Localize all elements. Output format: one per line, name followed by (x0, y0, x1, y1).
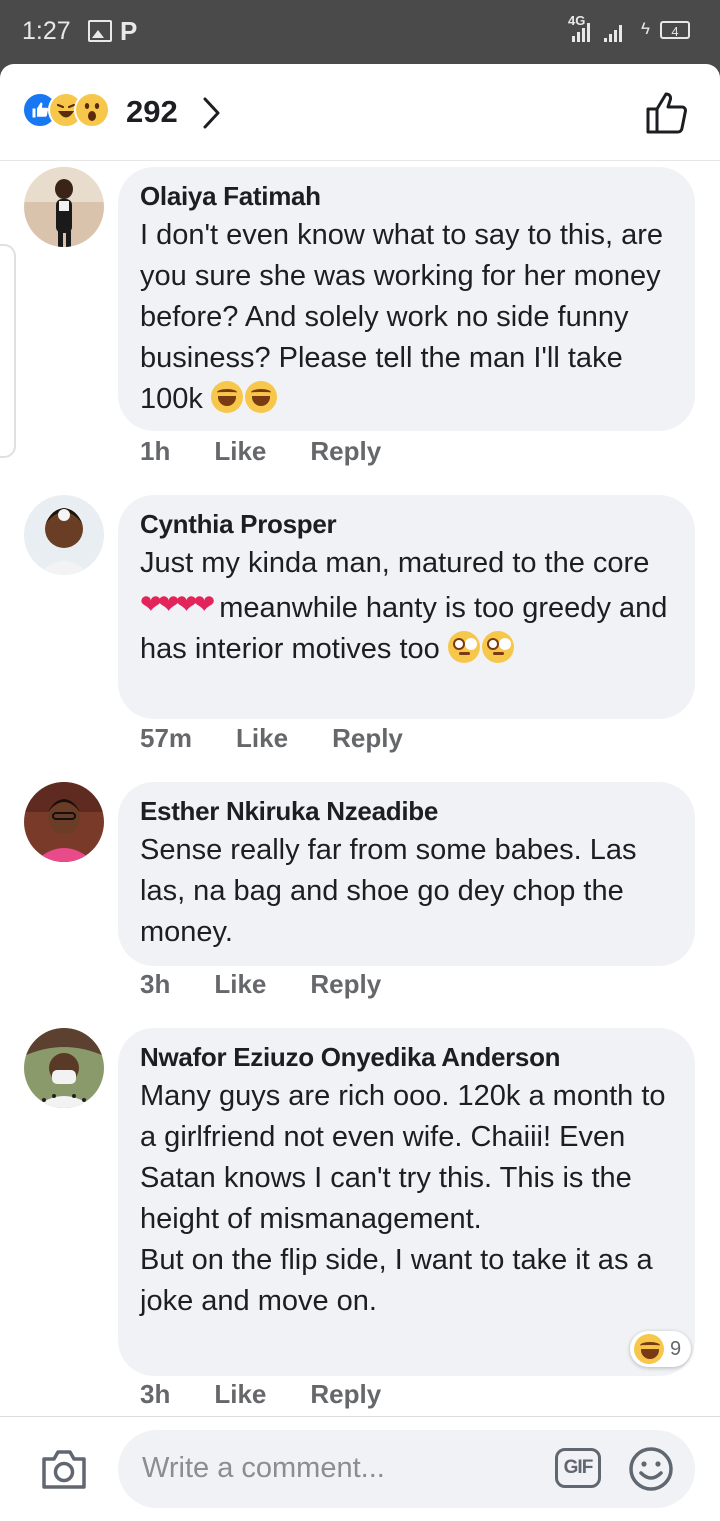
chevron-right-icon[interactable] (200, 96, 224, 130)
comment-text: Just my kinda man, matured to the core ❤❤… (140, 543, 673, 670)
comment-text: Sense really far from some babes. Las la… (140, 834, 637, 948)
like-button[interactable]: Like (214, 436, 266, 467)
comment-reaction-badge[interactable]: 9 (630, 1331, 692, 1367)
comment-text-part: Just my kinda man, matured to the core (140, 547, 650, 579)
comment-input[interactable]: Write a comment... GIF (118, 1430, 695, 1508)
comment-text: Many guys are rich ooo. 120k a month to … (140, 1076, 673, 1322)
like-button[interactable]: Like (214, 1379, 266, 1410)
comment-text-part: meanwhile hanty is too greedy and has in… (140, 592, 668, 665)
comment-author[interactable]: Olaiya Fatimah (140, 181, 673, 211)
avatar[interactable] (24, 495, 104, 575)
gif-button[interactable]: GIF (555, 1448, 601, 1488)
tears-of-joy-emoji-icon (210, 381, 243, 413)
comment-actions: 3h Like Reply (140, 1379, 425, 1410)
comment-input-placeholder: Write a comment... (142, 1452, 385, 1484)
tears-of-joy-emoji-icon (244, 381, 277, 413)
comment-actions: 57m Like Reply (140, 723, 447, 754)
haha-reaction-icon (634, 1334, 664, 1364)
comment-text: I don't even know what to say to this, a… (140, 215, 673, 420)
comment-actions: 3h Like Reply (140, 969, 425, 1000)
avatar[interactable] (24, 167, 104, 247)
comment-bubble[interactable]: Olaiya Fatimah I don't even know what to… (118, 167, 695, 431)
like-button[interactable]: Like (214, 969, 266, 1000)
avatar[interactable] (24, 782, 104, 862)
gallery-notification-icon (88, 20, 112, 42)
eye-roll-emoji-icon (447, 631, 480, 663)
reaction-badge-count: 9 (670, 1337, 682, 1360)
reaction-count[interactable]: 292 (126, 94, 178, 130)
status-time: 1:27 (22, 17, 71, 45)
reply-button[interactable]: Reply (310, 1379, 381, 1410)
two-hearts-emoji-icon: ❤❤ (140, 589, 180, 619)
signal-icon-2 (604, 22, 622, 42)
wow-reaction-icon (74, 92, 110, 128)
comment-bubble[interactable]: Nwafor Eziuzo Onyedika Anderson Many guy… (118, 1028, 695, 1376)
comment-time[interactable]: 57m (140, 723, 192, 754)
eye-roll-emoji-icon (481, 631, 514, 663)
reply-button[interactable]: Reply (310, 969, 381, 1000)
comment-author[interactable]: Esther Nkiruka Nzeadibe (140, 796, 673, 826)
comment-bubble[interactable]: Cynthia Prosper Just my kinda man, matur… (118, 495, 695, 719)
comment-time[interactable]: 3h (140, 1379, 170, 1410)
like-button[interactable]: Like (236, 723, 288, 754)
comment-composer: Write a comment... GIF (0, 1416, 720, 1521)
like-post-icon[interactable] (644, 90, 690, 136)
comment-bubble[interactable]: Esther Nkiruka Nzeadibe Sense really far… (118, 782, 695, 966)
signal-icon (572, 22, 590, 42)
reaction-icons[interactable] (22, 92, 122, 128)
comment-text-part: Many guys are rich ooo. 120k a month to … (140, 1080, 666, 1235)
comment-text-part: But on the flip side, I want to take it … (140, 1244, 653, 1317)
comment-actions: 1h Like Reply (140, 436, 425, 467)
camera-icon[interactable] (40, 1447, 88, 1491)
avatar[interactable] (24, 1028, 104, 1108)
side-handle[interactable] (0, 244, 16, 458)
reactions-header[interactable]: 292 (0, 64, 720, 161)
comments-sheet: 292 Olaiya Fatimah I don't even know wha… (0, 64, 720, 1520)
status-bar: 1:27 P 4G ϟ 4 (0, 0, 720, 64)
comment-author[interactable]: Nwafor Eziuzo Onyedika Anderson (140, 1042, 673, 1072)
reply-button[interactable]: Reply (332, 723, 403, 754)
emoji-picker-icon[interactable] (628, 1446, 674, 1492)
charging-icon: ϟ (641, 19, 650, 38)
two-hearts-emoji-icon: ❤❤ (175, 589, 216, 619)
comment-author[interactable]: Cynthia Prosper (140, 509, 673, 539)
battery-icon: 4 (660, 21, 690, 39)
comment-time[interactable]: 1h (140, 436, 170, 467)
comment-time[interactable]: 3h (140, 969, 170, 1000)
app-notification-icon: P (120, 16, 138, 46)
reply-button[interactable]: Reply (310, 436, 381, 467)
